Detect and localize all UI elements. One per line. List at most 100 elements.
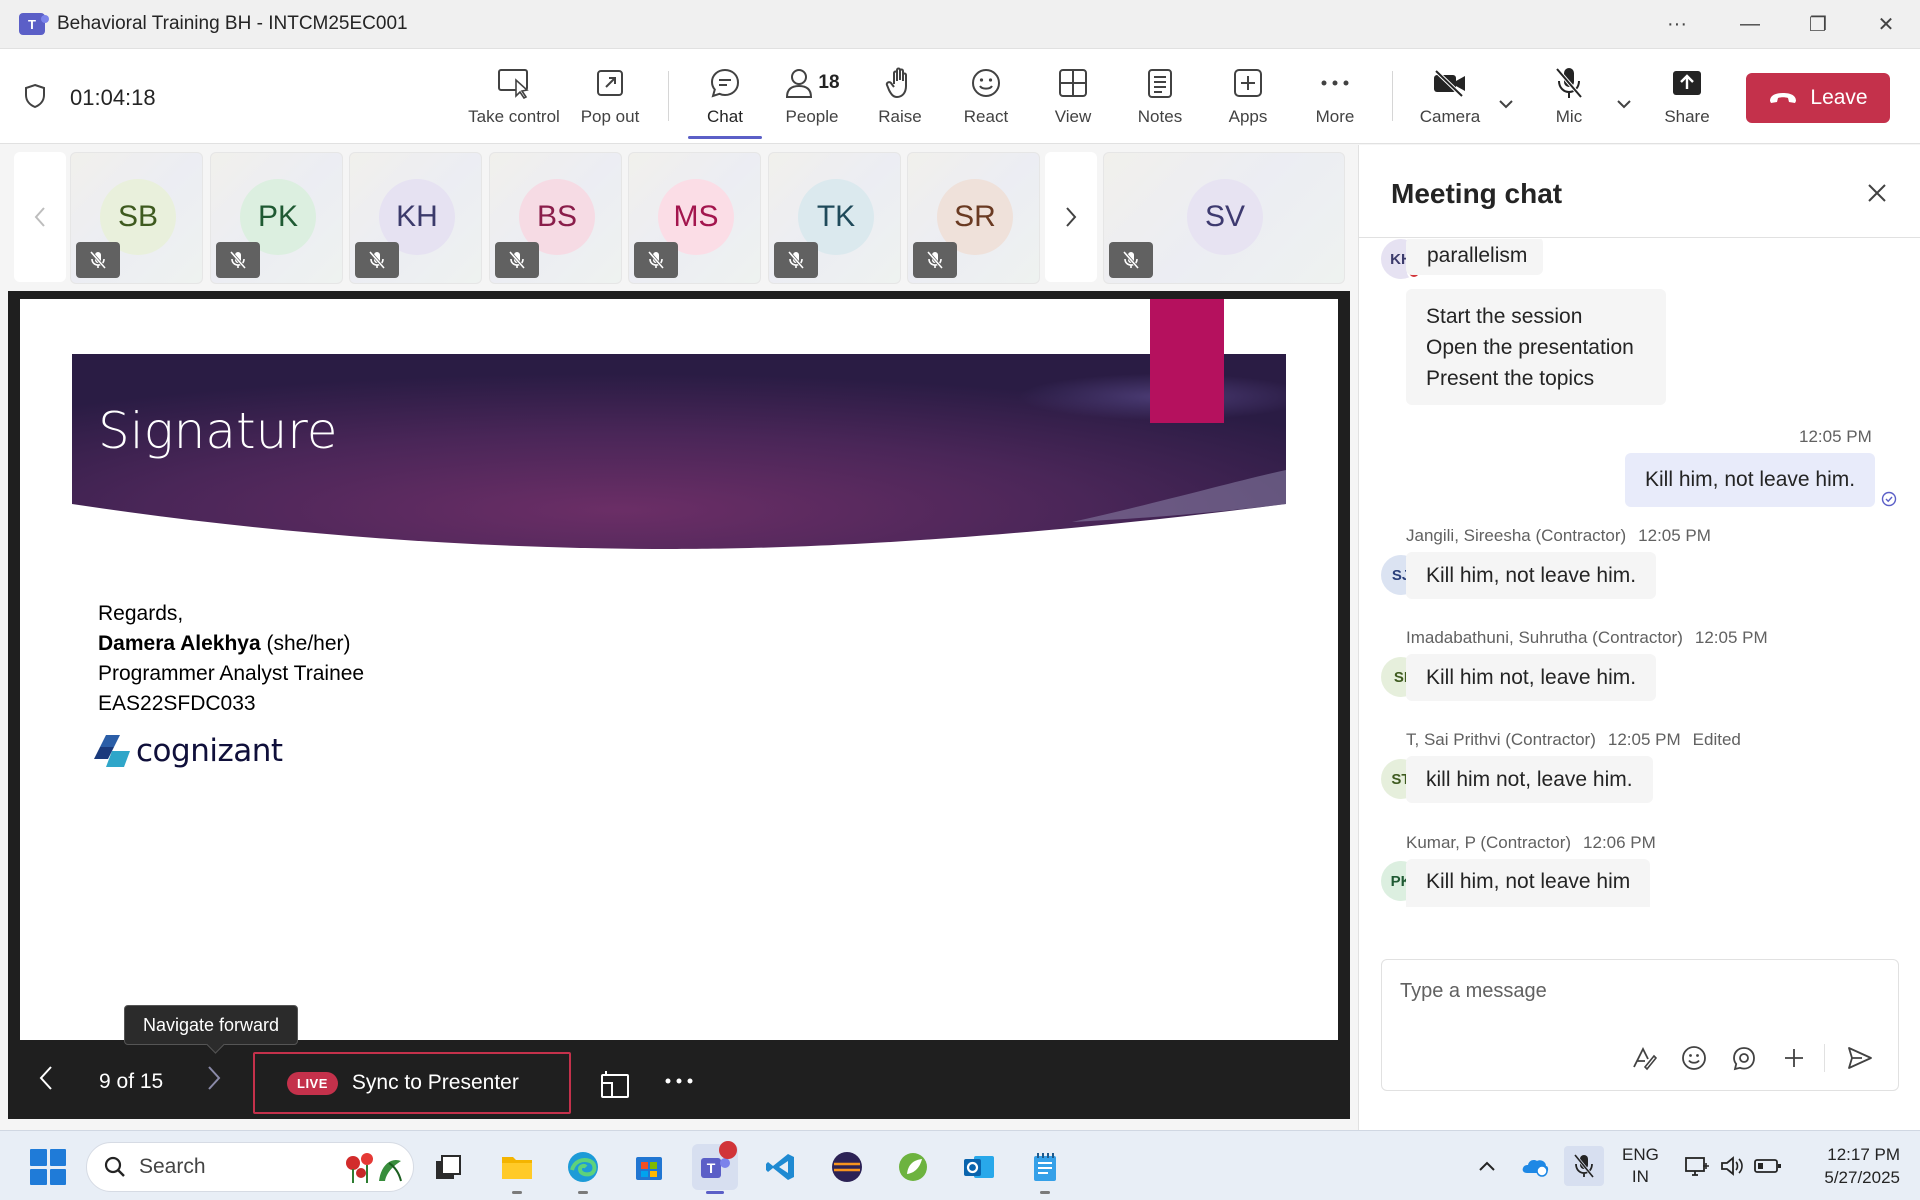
raise-hand-button[interactable]: Raise [872, 63, 928, 133]
strip-prev-button[interactable] [14, 152, 66, 282]
layout-icon [601, 1071, 629, 1098]
tray-mic-muted-icon[interactable] [1564, 1131, 1604, 1200]
chevron-left-icon [39, 1066, 52, 1090]
chat-button[interactable]: Chat [690, 63, 760, 133]
react-emoji-icon [972, 69, 1000, 97]
taskbar-eclipse-icon[interactable] [824, 1144, 870, 1190]
chat-message: Start the session Open the presentation … [1406, 289, 1666, 405]
leave-button[interactable]: Leave [1746, 73, 1890, 123]
taskbar-file-explorer-icon[interactable] [494, 1144, 540, 1194]
react-button[interactable]: React [958, 63, 1014, 133]
mic-button[interactable]: Mic [1542, 63, 1596, 133]
mic-muted-icon [76, 242, 120, 278]
message-input[interactable] [1400, 980, 1880, 1003]
pop-out-button[interactable]: Pop out [576, 63, 644, 133]
loop-component-icon[interactable] [1728, 1042, 1760, 1074]
taskbar-teams-icon[interactable]: T [692, 1141, 738, 1194]
meeting-toolbar: 01:04:18 Take control Pop out Chat 18 Pe… [0, 49, 1920, 144]
chevron-left-icon [34, 207, 45, 227]
take-control-button[interactable]: Take control [466, 63, 562, 133]
search-icon [104, 1156, 125, 1177]
taskbar-store-icon[interactable] [626, 1144, 672, 1190]
more-dots-icon [1321, 80, 1349, 86]
minimize-button[interactable]: — [1716, 0, 1784, 49]
layout-toggle-button[interactable] [600, 1069, 630, 1104]
message-text: Kill him, not leave him [1426, 870, 1631, 893]
chat-title: Meeting chat [1391, 178, 1563, 209]
taskbar-task-view-icon[interactable] [426, 1144, 472, 1190]
take-control-icon [498, 69, 529, 99]
next-slide-button[interactable] [206, 1065, 222, 1099]
camera-label: Camera [1419, 107, 1481, 126]
participant-tile[interactable]: KH [349, 152, 482, 284]
share-label: Share [1664, 107, 1710, 126]
taskbar-notepad-icon[interactable] [1022, 1144, 1068, 1194]
mic-options-chevron-icon[interactable] [1609, 89, 1639, 119]
take-control-label: Take control [468, 107, 560, 126]
chat-message: Kill him, not leave him [1406, 859, 1651, 907]
navigate-forward-tooltip: Navigate forward [124, 1005, 299, 1045]
taskbar-outlook-icon[interactable] [956, 1144, 1002, 1190]
message-time: 12:05 PM [1694, 628, 1768, 647]
more-options-icon[interactable]: ··· [1643, 0, 1711, 49]
my-chat-message: Kill him, not leave him. [1625, 453, 1876, 507]
share-button[interactable]: Share [1660, 63, 1714, 133]
close-chat-button[interactable] [1859, 175, 1895, 211]
system-tray-icons[interactable] [1684, 1131, 1782, 1200]
message-time: 12:05 PM [1638, 526, 1711, 545]
taskbar-vscode-icon[interactable] [758, 1144, 804, 1190]
signature-pronouns: (she/her) [260, 632, 351, 655]
people-button[interactable]: 18 People [776, 63, 848, 133]
windows-start-icon[interactable] [30, 1149, 66, 1185]
participant-tile[interactable]: SR [907, 152, 1040, 284]
camera-options-chevron-icon[interactable] [1491, 89, 1521, 119]
strip-next-button[interactable] [1045, 152, 1097, 282]
participant-tile[interactable]: TK [768, 152, 901, 284]
sync-label: Sync to Presenter [351, 1071, 519, 1094]
participant-tile[interactable]: MS [628, 152, 761, 284]
format-icon[interactable] [1628, 1042, 1660, 1074]
presentation-controls: 9 of 15 LIVE Sync to Presenter [8, 1045, 1350, 1119]
notes-label: Notes [1137, 107, 1183, 126]
notes-button[interactable]: Notes [1130, 63, 1190, 133]
add-attachment-icon[interactable] [1778, 1042, 1810, 1074]
language-indicator[interactable]: ENG IN [1622, 1131, 1659, 1200]
show-hidden-icons[interactable] [1478, 1131, 1496, 1200]
mic-muted-icon [355, 242, 399, 278]
participant-tile[interactable]: PK [210, 152, 343, 284]
participant-tile[interactable]: BS [489, 152, 622, 284]
signature-employee-id: EAS22SFDC033 [98, 692, 256, 715]
send-icon[interactable] [1844, 1042, 1876, 1074]
signature-block: Regards, Damera Alekhya (she/her) Progra… [98, 599, 364, 719]
language-code: ENG [1622, 1145, 1659, 1164]
sync-to-presenter-button[interactable]: LIVE Sync to Presenter [253, 1052, 571, 1114]
view-button[interactable]: View [1048, 63, 1098, 133]
chevron-right-icon [1066, 207, 1077, 227]
slide-title: Signature [98, 402, 338, 460]
react-label: React [963, 107, 1009, 126]
message-line: Present the topics [1426, 366, 1595, 390]
emoji-icon[interactable] [1678, 1042, 1710, 1074]
onedrive-icon[interactable] [1520, 1131, 1550, 1200]
camera-button[interactable]: Camera [1414, 63, 1486, 133]
taskbar-spring-tools-icon[interactable] [890, 1144, 936, 1190]
teams-app-icon: T [19, 13, 49, 35]
taskbar-search[interactable]: Search [86, 1142, 414, 1192]
mic-muted-icon [495, 242, 539, 278]
message-meta: T, Sai Prithvi (Contractor) 12:05 PM Edite… [1406, 730, 1741, 750]
pop-out-icon [597, 70, 623, 96]
participant-tile[interactable]: SB [70, 152, 203, 284]
close-window-button[interactable]: ✕ [1852, 0, 1920, 49]
more-button[interactable]: More [1306, 63, 1364, 133]
taskbar-edge-icon[interactable] [560, 1144, 606, 1194]
chat-label: Chat [707, 107, 743, 126]
participant-tile[interactable]: SV [1103, 152, 1345, 284]
message-time: 12:06 PM [1583, 833, 1656, 852]
restore-button[interactable]: ❐ [1784, 0, 1852, 49]
view-grid-icon [1059, 69, 1087, 97]
chevron-right-icon [208, 1066, 221, 1090]
stage-more-icon[interactable] [664, 1061, 694, 1092]
prev-slide-button[interactable] [38, 1065, 54, 1099]
apps-button[interactable]: Apps [1222, 63, 1274, 133]
system-clock[interactable]: 12:17 PM 5/27/2025 [1800, 1143, 1900, 1189]
